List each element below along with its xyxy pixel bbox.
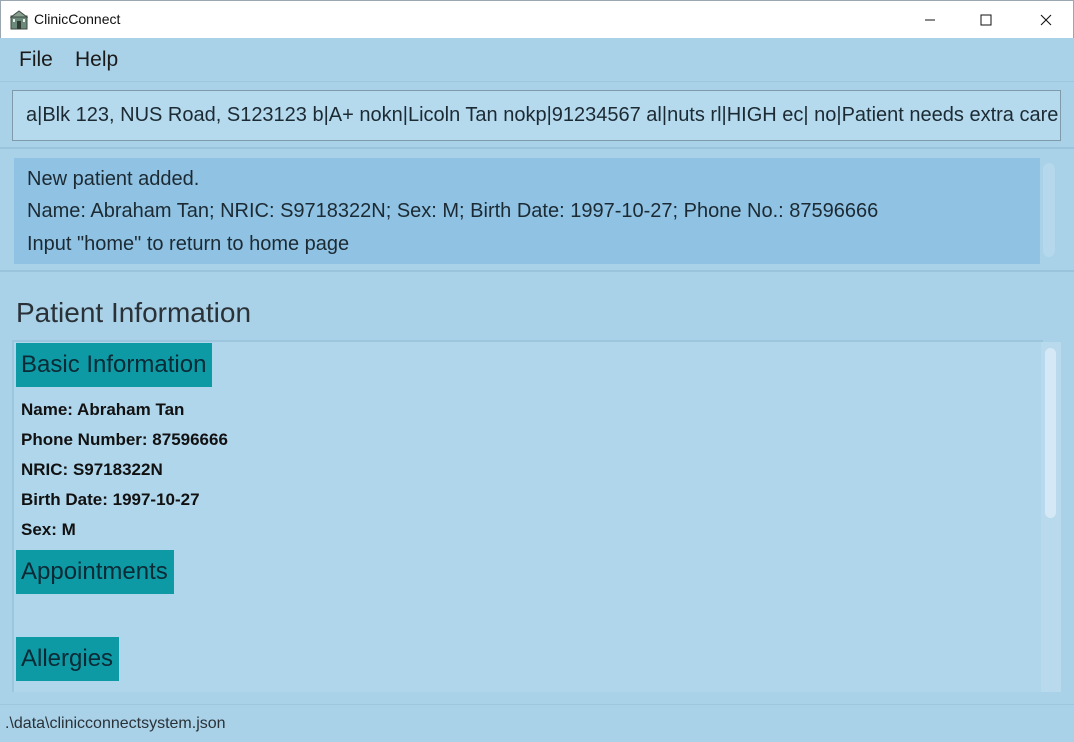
menu-help[interactable]: Help — [75, 48, 118, 72]
clinic-building-icon — [10, 10, 28, 30]
result-line-3: Input "home" to return to home page — [27, 233, 350, 255]
status-file-path: .\data\clinicconnectsystem.json — [5, 715, 226, 732]
maximize-button[interactable] — [963, 1, 1009, 39]
close-button[interactable] — [1023, 1, 1069, 39]
command-area: a|Blk 123, NUS Road, S123123 b|A+ nokn|L… — [0, 83, 1074, 149]
patient-phone: Phone Number: 87596666 — [21, 430, 228, 449]
result-scrollbar[interactable] — [1043, 163, 1055, 257]
command-input-text: a|Blk 123, NUS Road, S123123 b|A+ nokn|L… — [26, 104, 1059, 126]
patient-info-panel: Basic Information Name: Abraham Tan Phon… — [12, 340, 1043, 692]
maximize-icon — [980, 14, 992, 26]
result-display: New patient added. Name: Abraham Tan; NR… — [14, 158, 1040, 264]
command-input[interactable]: a|Blk 123, NUS Road, S123123 b|A+ nokn|L… — [12, 90, 1061, 141]
patient-name: Name: Abraham Tan — [21, 400, 185, 419]
patient-info-scroll-thumb[interactable] — [1045, 348, 1056, 518]
patient-nric: NRIC: S9718322N — [21, 460, 163, 479]
appointments-header: Appointments — [16, 550, 174, 594]
result-line-2: Name: Abraham Tan; NRIC: S9718322N; Sex:… — [27, 200, 879, 222]
result-line-1: New patient added. — [27, 168, 200, 190]
page-title: Patient Information — [16, 297, 252, 328]
title-bar: ClinicConnect — [0, 0, 1074, 38]
patient-sex: Sex: M — [21, 520, 76, 539]
patient-birth-date: Birth Date: 1997-10-27 — [21, 490, 200, 509]
menu-file[interactable]: File — [19, 48, 53, 72]
menu-bar: File Help — [0, 38, 1074, 82]
status-bar: .\data\clinicconnectsystem.json — [0, 704, 1074, 742]
minimize-button[interactable] — [907, 1, 953, 39]
allergies-header: Allergies — [16, 637, 120, 681]
basic-information-header: Basic Information — [16, 343, 213, 387]
minimize-icon — [925, 19, 935, 21]
close-icon — [1040, 14, 1052, 26]
window-title: ClinicConnect — [34, 11, 121, 27]
result-area: New patient added. Name: Abraham Tan; NR… — [0, 150, 1074, 272]
